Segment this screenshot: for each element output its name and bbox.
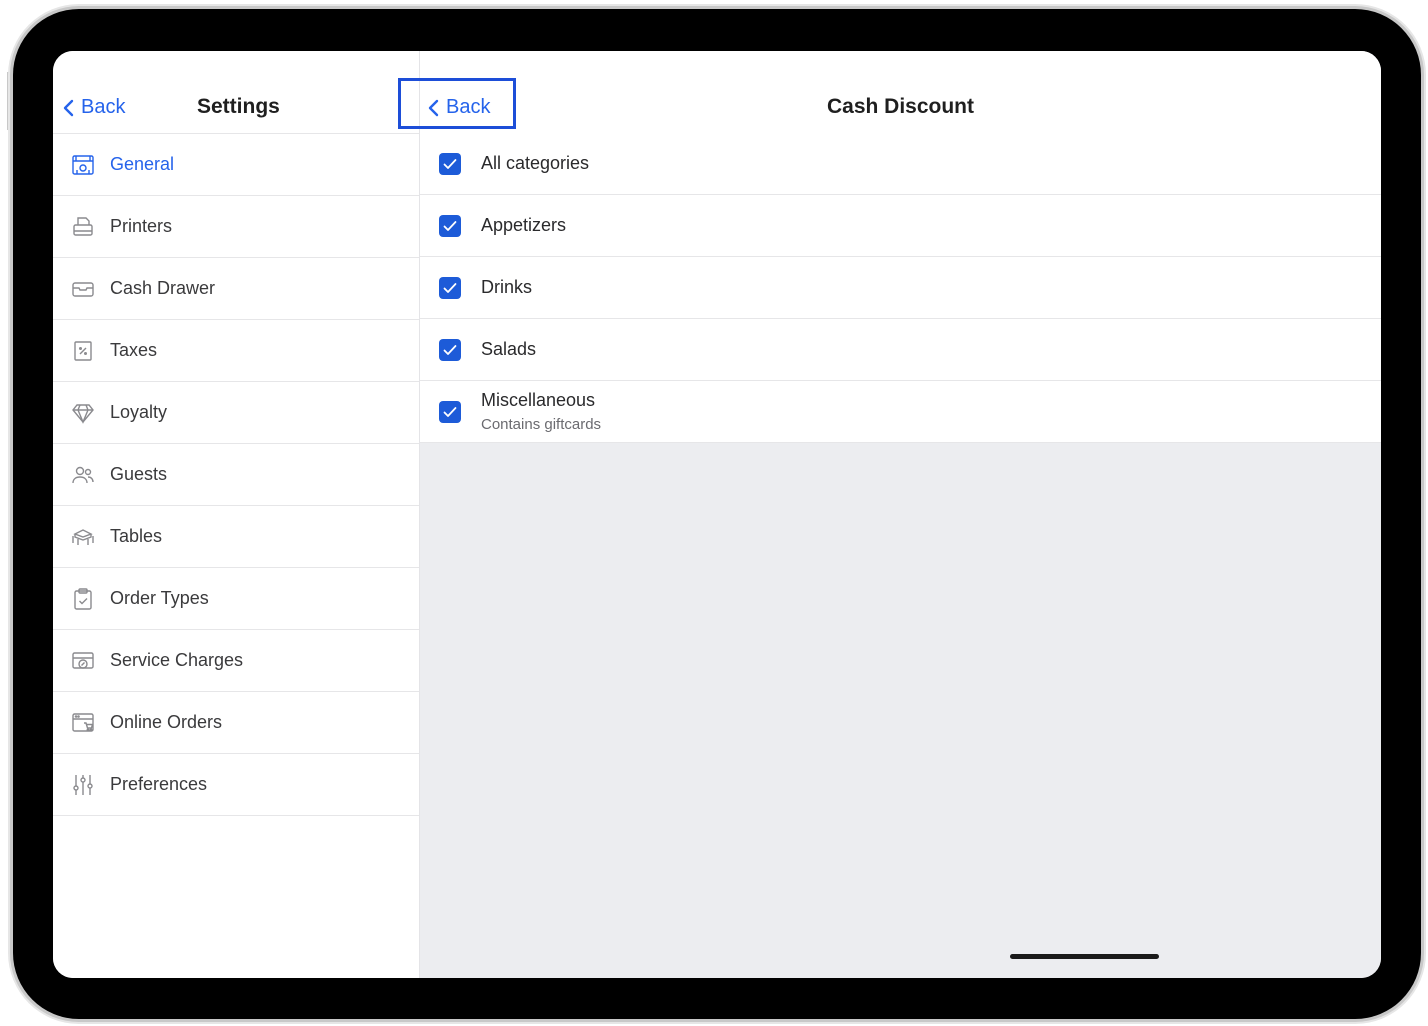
sidebar-item-order-types[interactable]: Order Types [53, 568, 419, 630]
guests-icon [71, 463, 95, 487]
service-charge-icon [71, 649, 95, 673]
category-row-miscellaneous[interactable]: Miscellaneous Contains giftcards [420, 381, 1381, 443]
category-list: All categories Appetizers Drinks Salads … [420, 133, 1381, 443]
tablet-screen: Back Settings General Printers Cash Draw… [53, 51, 1381, 978]
settings-back-label: Back [81, 96, 126, 118]
sidebar-item-tables[interactable]: Tables [53, 506, 419, 568]
category-row-appetizers[interactable]: Appetizers [420, 195, 1381, 257]
cash-discount-panel: Cash Discount Back All categories Appeti… [398, 51, 1381, 978]
printer-icon [71, 215, 95, 239]
sidebar-item-service-charges[interactable]: Service Charges [53, 630, 419, 692]
online-order-icon [71, 711, 95, 735]
detail-header: Cash Discount Back [398, 51, 1381, 134]
sidebar-item-taxes[interactable]: Taxes [53, 320, 419, 382]
sidebar-item-printers[interactable]: Printers [53, 196, 419, 258]
category-row-salads[interactable]: Salads [420, 319, 1381, 381]
sidebar-item-label: Guests [110, 464, 168, 484]
category-label: Drinks [481, 277, 533, 297]
clipboard-check-icon [71, 587, 95, 611]
sidebar-item-loyalty[interactable]: Loyalty [53, 382, 419, 444]
sidebar-item-label: Loyalty [110, 402, 168, 422]
settings-back-button[interactable]: Back [63, 96, 125, 119]
sidebar-item-preferences[interactable]: Preferences [53, 754, 419, 816]
chevron-left-icon [63, 99, 74, 116]
category-text: Appetizers [481, 215, 566, 236]
category-text: Drinks [481, 277, 532, 298]
category-row-all[interactable]: All categories [420, 133, 1381, 195]
tax-icon [71, 339, 95, 363]
cash-drawer-icon [71, 277, 95, 301]
sidebar-item-label: Preferences [110, 774, 208, 794]
sidebar-item-label: Printers [110, 216, 173, 236]
checkbox-checked[interactable] [439, 152, 461, 175]
checkmark-icon [443, 220, 457, 231]
category-label: Appetizers [481, 215, 567, 235]
category-label: Miscellaneous [481, 390, 596, 410]
sidebar-item-general[interactable]: General [53, 133, 419, 196]
sidebar-item-cash-drawer[interactable]: Cash Drawer [53, 258, 419, 320]
sidebar-item-label: Online Orders [110, 712, 223, 732]
sliders-icon [71, 773, 95, 797]
checkmark-icon [443, 282, 457, 293]
category-text: Salads [481, 339, 536, 360]
checkmark-icon [443, 158, 457, 169]
chevron-left-icon [428, 99, 439, 116]
checkbox-checked[interactable] [439, 400, 461, 423]
sidebar-item-online-orders[interactable]: Online Orders [53, 692, 419, 754]
settings-nav: General Printers Cash Drawer Taxes Loyal… [53, 133, 419, 816]
device-side-button [7, 72, 11, 130]
detail-back-label: Back [446, 96, 491, 118]
sidebar-item-label: Taxes [110, 340, 158, 360]
category-label: All categories [481, 153, 590, 173]
sidebar-header: Back Settings [53, 51, 419, 133]
detail-back-button[interactable]: Back [428, 96, 490, 119]
checkbox-checked[interactable] [439, 276, 461, 299]
sidebar-item-label: Cash Drawer [110, 278, 216, 298]
category-sublabel: Contains giftcards [481, 416, 602, 433]
category-row-drinks[interactable]: Drinks [420, 257, 1381, 319]
settings-title: Settings [197, 95, 280, 118]
sidebar-item-label: Service Charges [110, 650, 244, 670]
diamond-icon [71, 401, 95, 425]
category-text: Miscellaneous Contains giftcards [481, 390, 601, 433]
sidebar-item-label: General [110, 154, 175, 174]
checkmark-icon [443, 406, 457, 417]
settings-sidebar: Back Settings General Printers Cash Draw… [53, 51, 420, 978]
checkmark-icon [443, 344, 457, 355]
store-icon [71, 153, 95, 177]
home-indicator[interactable] [1010, 954, 1159, 959]
sidebar-item-guests[interactable]: Guests [53, 444, 419, 506]
category-text: All categories [481, 153, 589, 174]
table-icon [71, 525, 95, 549]
sidebar-item-label: Order Types [110, 588, 209, 608]
checkbox-checked[interactable] [439, 214, 461, 237]
category-label: Salads [481, 339, 537, 359]
checkbox-checked[interactable] [439, 338, 461, 361]
detail-title: Cash Discount [826, 95, 975, 118]
sidebar-item-label: Tables [110, 526, 163, 546]
